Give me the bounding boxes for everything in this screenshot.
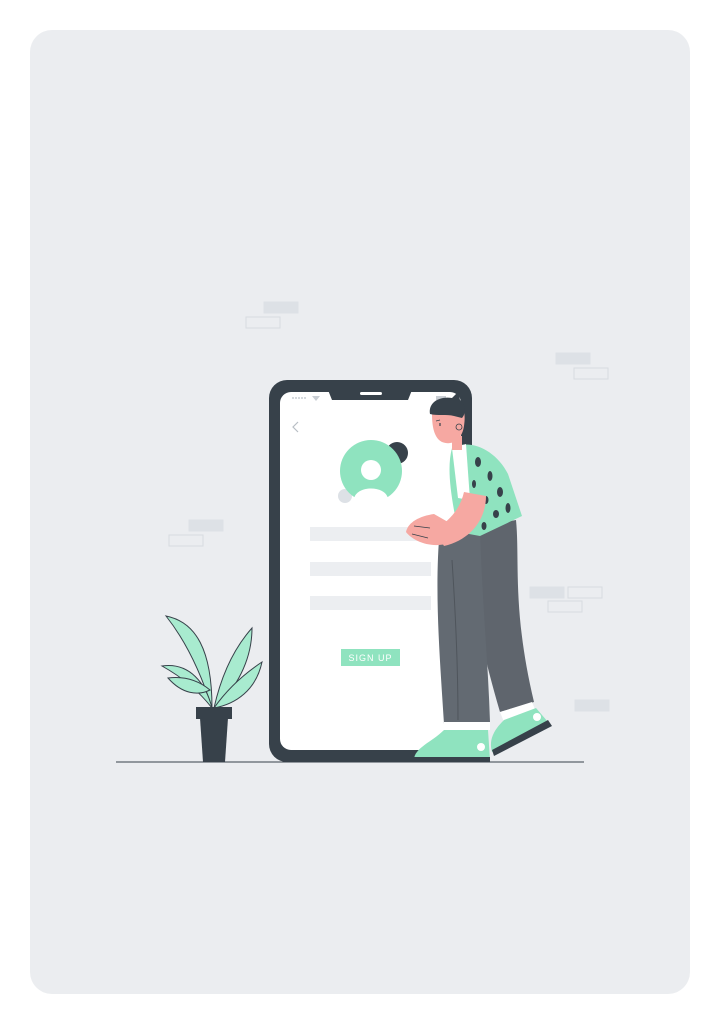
sign-up-label: SIGN UP: [348, 653, 392, 663]
signup-illustration: SIGN UP: [116, 301, 610, 763]
plant-icon: [160, 615, 263, 762]
email-field[interactable]: [310, 562, 431, 576]
sign-up-button[interactable]: SIGN UP: [341, 649, 400, 666]
password-field[interactable]: [310, 596, 431, 610]
